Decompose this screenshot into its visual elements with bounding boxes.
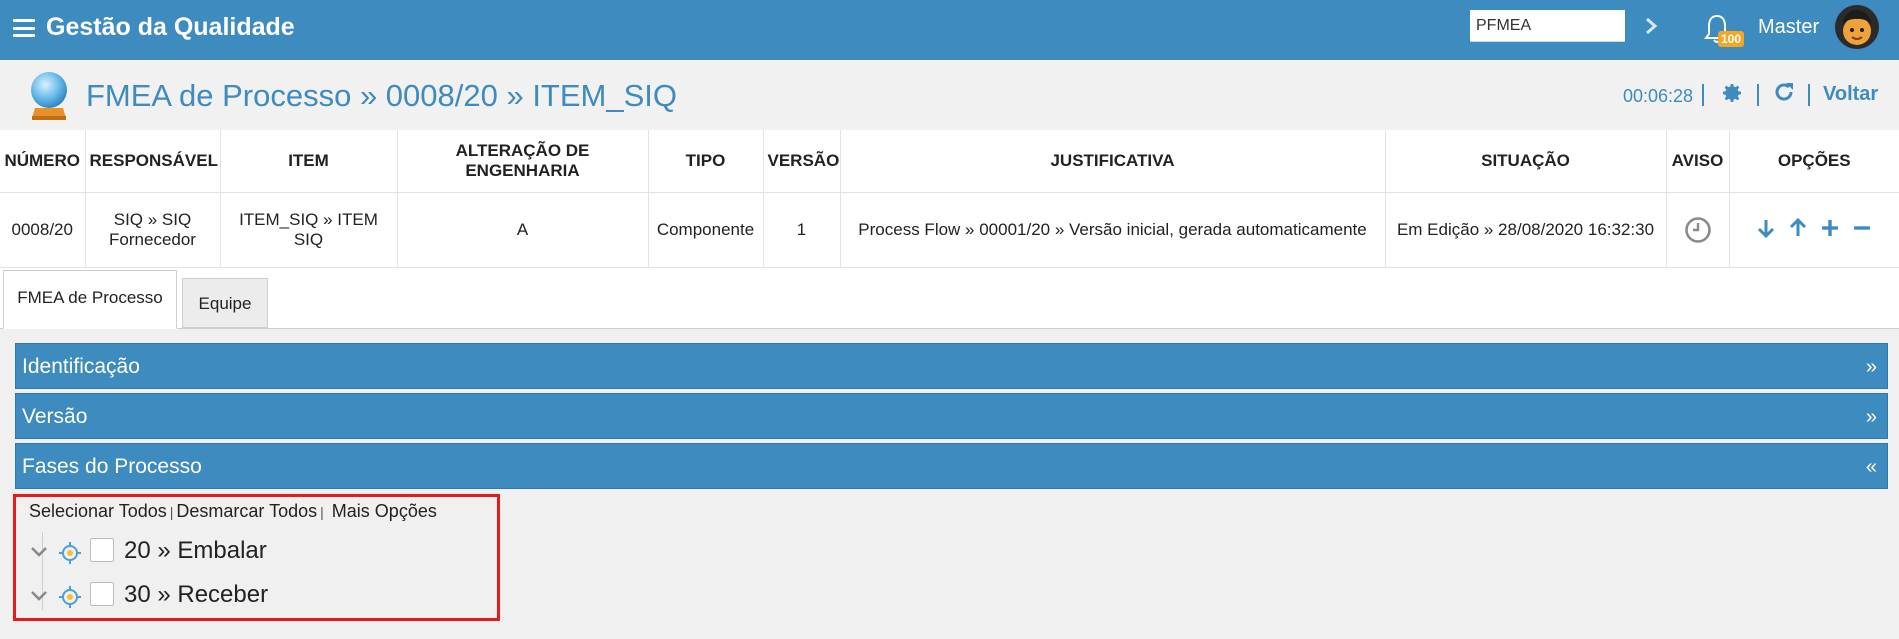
col-header-justificativa: JUSTIFICATIVA [840,130,1386,193]
cell-aviso [1666,192,1730,268]
tab-fmea-processo[interactable]: FMEA de Processo [3,270,177,329]
refresh-icon[interactable] [1772,80,1796,104]
cell-situacao: Em Edição » 28/08/2020 16:32:30 [1385,192,1667,268]
app-title: Gestão da Qualidade [46,13,295,41]
col-header-numero: NÚMERO [0,130,86,193]
clock-icon[interactable] [1684,216,1712,244]
cell-versao: 1 [763,192,841,268]
tab-equipe[interactable]: Equipe [182,278,268,328]
col-header-aviso: AVISO [1666,130,1730,193]
cell-alteracao: A [397,192,649,268]
page-header: FMEA de Processo » 0008/20 » ITEM_SIQ 00… [0,60,1899,130]
select-all-link[interactable]: Selecionar Todos [29,501,167,521]
panel-fases-processo[interactable]: Fases do Processo « [15,443,1888,489]
node-label[interactable]: 30 » Receber [124,581,268,609]
deselect-all-link[interactable]: Desmarcar Todos [176,501,317,521]
node-checkbox[interactable] [90,582,114,606]
arrow-up-icon[interactable] [1787,217,1809,239]
expand-chevron-icon[interactable]: » [1866,394,1877,440]
tree-actions: Selecionar Todos | Desmarcar Todos | Mais O… [29,501,437,522]
col-header-alteracao: ALTERAÇÃO DE ENGENHARIA [397,130,649,193]
chevron-right-icon[interactable] [1643,15,1659,37]
collapse-chevron-icon[interactable]: « [1866,444,1877,490]
panel-label: Fases do Processo [22,455,202,478]
minus-icon[interactable] [1851,217,1873,239]
page-title: FMEA de Processo » 0008/20 » ITEM_SIQ [86,78,678,113]
table-header-row: NÚMERO RESPONSÁVEL ITEM ALTERAÇÃO DE ENG… [0,130,1899,193]
cell-responsavel: SIQ » SIQ Fornecedor [85,192,221,268]
gear-icon[interactable] [1720,81,1744,105]
col-header-responsavel: RESPONSÁVEL [85,130,221,193]
separator [1702,84,1704,106]
session-timer: 00:06:28 [1623,86,1694,106]
separator: | [320,504,324,520]
notification-badge: 100 [1718,31,1745,47]
panel-label: Versão [22,405,88,428]
cell-numero: 0008/20 [0,192,86,268]
cell-justificativa: Process Flow » 00001/20 » Versão inicial… [840,192,1386,268]
col-header-opcoes: OPÇÕES [1729,130,1899,193]
more-options-link[interactable]: Mais Opções [332,501,437,521]
crystal-ball-icon [31,72,67,120]
col-header-versao: VERSÃO [763,130,841,193]
plus-icon[interactable] [1819,217,1841,239]
fmea-info-table: NÚMERO RESPONSÁVEL ITEM ALTERAÇÃO DE ENG… [0,130,1899,268]
cell-tipo: Componente [648,192,764,268]
separator [1808,84,1810,106]
arrow-down-icon[interactable] [1755,217,1777,239]
avatar[interactable] [1834,4,1880,50]
back-link[interactable]: Voltar [1823,83,1878,106]
panel-versao[interactable]: Versão » [15,393,1888,439]
target-icon [59,542,81,564]
top-bar: Gestão da Qualidade 100 Master [0,0,1899,60]
user-name[interactable]: Master [1758,16,1819,39]
target-icon [59,586,81,608]
table-row: 0008/20 SIQ » SIQ Fornecedor ITEM_SIQ » … [0,192,1899,268]
expand-chevron-icon[interactable]: » [1866,344,1877,390]
cell-opcoes [1729,192,1899,268]
responsavel-line1: SIQ » SIQ [113,210,192,229]
col-header-situacao: SITUAÇÃO [1385,130,1667,193]
panel-label: Identificação [22,355,140,378]
separator: | [169,504,174,520]
node-checkbox[interactable] [90,538,114,562]
tab-bar: FMEA de Processo Equipe [0,268,1899,329]
node-label[interactable]: 20 » Embalar [124,537,267,565]
cell-item: ITEM_SIQ » ITEM SIQ [220,192,398,268]
chevron-down-icon[interactable] [30,589,48,603]
separator [1757,84,1759,106]
panel-identificacao[interactable]: Identificação » [15,343,1888,389]
responsavel-line2: Fornecedor [109,230,196,249]
hamburger-menu-icon[interactable] [13,19,35,37]
col-header-tipo: TIPO [648,130,764,193]
col-header-item: ITEM [220,130,398,193]
search-input[interactable] [1470,10,1625,42]
chevron-down-icon[interactable] [30,545,48,559]
